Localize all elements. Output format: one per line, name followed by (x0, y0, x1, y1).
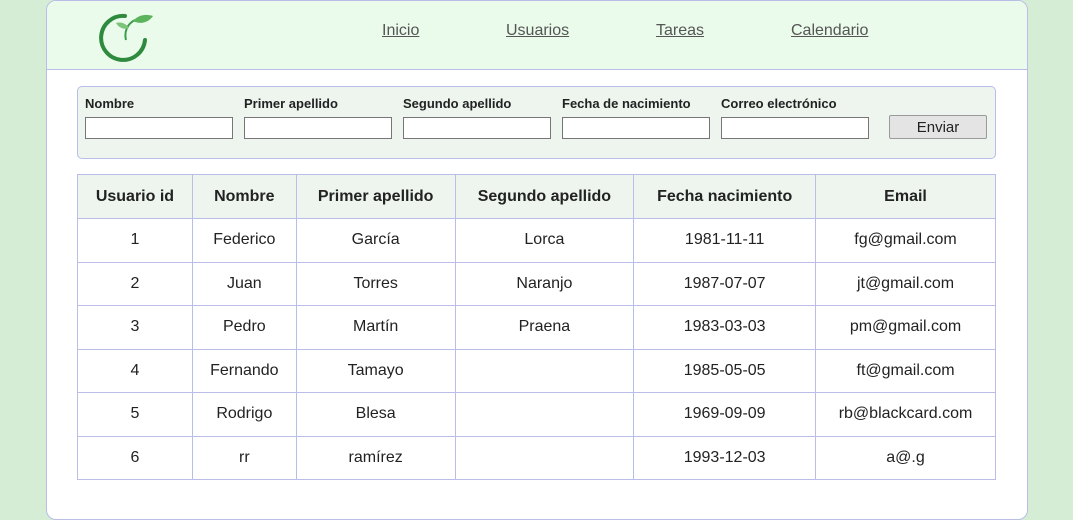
cell-nombre: Rodrigo (191, 392, 297, 437)
cell-fecha-nacimiento: 1981-11-11 (633, 218, 817, 263)
cell-segundo-apellido: Naranjo (454, 261, 635, 306)
cell-nombre: rr (191, 435, 297, 480)
nav-calendario-link[interactable]: Calendario (791, 22, 868, 40)
correo-field-group: Correo electrónico (721, 96, 869, 139)
table-row: 4 Fernando Tamayo 1985-05-05 ft@gmail.co… (77, 348, 996, 393)
header: Inicio Usuarios Tareas Calendario (47, 1, 1027, 70)
nav-tareas-link[interactable]: Tareas (656, 22, 704, 40)
column-header-fecha-nacimiento: Fecha nacimiento (633, 174, 817, 219)
logo-icon[interactable] (89, 10, 159, 64)
cell-segundo-apellido: Praena (454, 305, 635, 350)
cell-email: ft@gmail.com (815, 348, 996, 393)
cell-primer-apellido: García (295, 218, 456, 263)
nombre-input[interactable] (85, 117, 233, 139)
table-row: 2 Juan Torres Naranjo 1987-07-07 jt@gmai… (77, 261, 996, 306)
cell-nombre: Pedro (191, 305, 297, 350)
primer-apellido-field-group: Primer apellido (244, 96, 392, 139)
fecha-nacimiento-label: Fecha de nacimiento (562, 96, 691, 111)
cell-primer-apellido: Blesa (295, 392, 456, 437)
primer-apellido-input[interactable] (244, 117, 392, 139)
fecha-nacimiento-input[interactable] (562, 117, 710, 139)
cell-fecha-nacimiento: 1993-12-03 (633, 435, 817, 480)
cell-segundo-apellido (454, 392, 635, 437)
cell-usuario-id: 2 (77, 261, 193, 306)
column-header-usuario-id: Usuario id (77, 174, 193, 219)
cell-usuario-id: 6 (77, 435, 193, 480)
cell-nombre: Federico (191, 218, 297, 263)
table-row: 6 rr ramírez 1993-12-03 a@.g (77, 435, 996, 480)
cell-fecha-nacimiento: 1969-09-09 (633, 392, 817, 437)
cell-fecha-nacimiento: 1983-03-03 (633, 305, 817, 350)
cell-email: a@.g (815, 435, 996, 480)
cell-usuario-id: 5 (77, 392, 193, 437)
column-header-primer-apellido: Primer apellido (295, 174, 456, 219)
cell-segundo-apellido (454, 348, 635, 393)
primer-apellido-label: Primer apellido (244, 96, 338, 111)
table-header-row: Usuario id Nombre Primer apellido Segund… (77, 174, 996, 219)
correo-label: Correo electrónico (721, 96, 837, 111)
cell-email: jt@gmail.com (815, 261, 996, 306)
cell-segundo-apellido (454, 435, 635, 480)
cell-primer-apellido: Torres (295, 261, 456, 306)
cell-segundo-apellido: Lorca (454, 218, 635, 263)
cell-usuario-id: 1 (77, 218, 193, 263)
column-header-email: Email (815, 174, 996, 219)
cell-nombre: Fernando (191, 348, 297, 393)
table-row: 5 Rodrigo Blesa 1969-09-09 rb@blackcard.… (77, 392, 996, 437)
cell-email: rb@blackcard.com (815, 392, 996, 437)
column-header-segundo-apellido: Segundo apellido (454, 174, 635, 219)
nav-inicio-link[interactable]: Inicio (382, 22, 419, 40)
nav-usuarios-link[interactable]: Usuarios (506, 22, 569, 40)
cell-email: fg@gmail.com (815, 218, 996, 263)
column-header-nombre: Nombre (191, 174, 297, 219)
segundo-apellido-label: Segundo apellido (403, 96, 512, 111)
cell-fecha-nacimiento: 1985-05-05 (633, 348, 817, 393)
users-table: Usuario id Nombre Primer apellido Segund… (77, 174, 996, 480)
cell-email: pm@gmail.com (815, 305, 996, 350)
cell-primer-apellido: Martín (295, 305, 456, 350)
segundo-apellido-field-group: Segundo apellido (403, 96, 551, 139)
nombre-label: Nombre (85, 96, 135, 111)
nombre-field-group: Nombre (85, 96, 233, 139)
cell-fecha-nacimiento: 1987-07-07 (633, 261, 817, 306)
table-row: 1 Federico García Lorca 1981-11-11 fg@gm… (77, 218, 996, 263)
cell-usuario-id: 4 (77, 348, 193, 393)
fecha-nacimiento-field-group: Fecha de nacimiento (562, 96, 710, 139)
cell-primer-apellido: ramírez (295, 435, 456, 480)
segundo-apellido-input[interactable] (403, 117, 551, 139)
cell-primer-apellido: Tamayo (295, 348, 456, 393)
correo-input[interactable] (721, 117, 869, 139)
page-container: Inicio Usuarios Tareas Calendario Nombre… (46, 0, 1028, 520)
cell-usuario-id: 3 (77, 305, 193, 350)
cell-nombre: Juan (191, 261, 297, 306)
table-row: 3 Pedro Martín Praena 1983-03-03 pm@gmai… (77, 305, 996, 350)
user-form: Nombre Primer apellido Segundo apellido … (77, 86, 996, 159)
enviar-button[interactable]: Enviar (889, 115, 987, 139)
